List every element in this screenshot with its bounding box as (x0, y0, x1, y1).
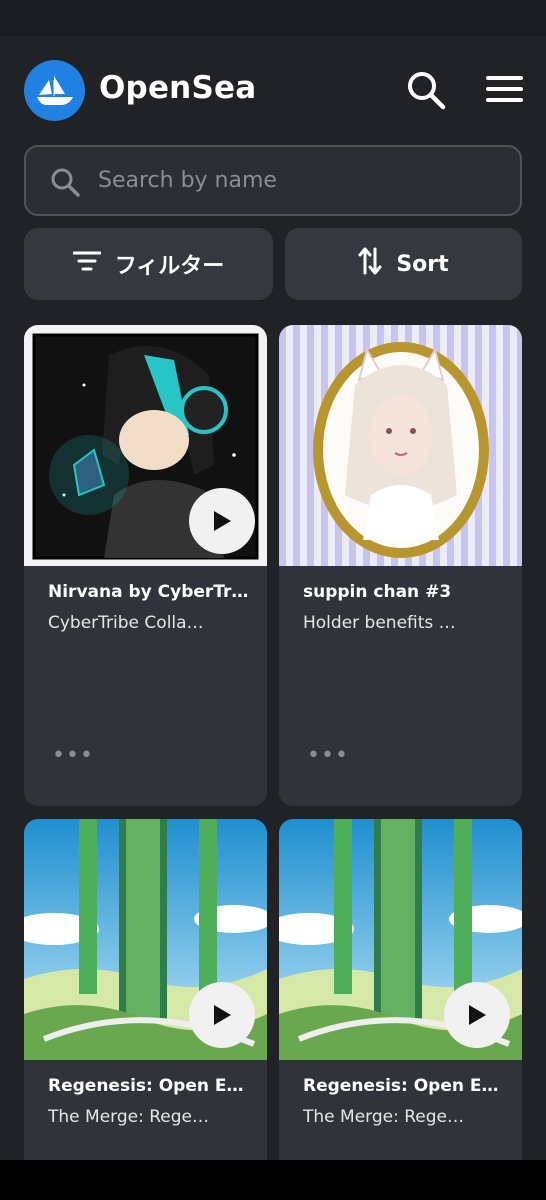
search-icon[interactable] (406, 70, 446, 110)
brand-name[interactable]: OpenSea (99, 70, 256, 106)
nft-image (279, 819, 522, 1060)
card-collection: The Merge: Rege… (48, 1107, 209, 1127)
status-bar (0, 0, 546, 36)
sort-label: Sort (396, 251, 449, 277)
sort-button[interactable]: Sort (285, 228, 522, 300)
play-button[interactable] (189, 488, 255, 554)
nft-image (24, 819, 267, 1060)
filter-label: フィルター (114, 254, 225, 279)
search-placeholder: Search by name (98, 168, 277, 193)
card-collection: CyberTribe Colla… (48, 613, 204, 633)
nft-card[interactable]: Nirvana by CyberTri… CyberTribe Colla… •… (24, 325, 267, 806)
nft-card[interactable]: Regenesis: Open Edit… The Merge: Rege… (279, 819, 522, 1160)
card-title: Regenesis: Open Edit… (48, 1076, 253, 1096)
card-title: suppin chan #3 (303, 582, 452, 602)
filter-lines-icon (72, 250, 102, 278)
nft-card[interactable]: Regenesis: Open Edit… The Merge: Rege… (24, 819, 267, 1160)
card-title: Regenesis: Open Edit… (303, 1076, 508, 1096)
play-button[interactable] (189, 982, 255, 1048)
more-options-icon[interactable]: ••• (52, 743, 94, 768)
opensea-logo-icon[interactable] (24, 60, 85, 121)
play-button[interactable] (444, 982, 510, 1048)
more-options-icon[interactable]: ••• (307, 743, 349, 768)
sort-arrows-icon (358, 247, 382, 281)
hamburger-menu-icon[interactable] (486, 76, 526, 106)
header: OpenSea (0, 36, 546, 144)
card-title: Nirvana by CyberTri… (48, 582, 253, 602)
system-nav-bar (0, 1160, 546, 1200)
search-input[interactable]: Search by name (24, 145, 522, 216)
nft-image (24, 325, 267, 566)
nft-image (279, 325, 522, 566)
search-icon (50, 167, 80, 197)
nft-card[interactable]: suppin chan #3 Holder benefits … ••• (279, 325, 522, 806)
filter-button[interactable]: フィルター (24, 228, 273, 300)
card-collection: Holder benefits … (303, 613, 456, 633)
card-collection: The Merge: Rege… (303, 1107, 464, 1127)
